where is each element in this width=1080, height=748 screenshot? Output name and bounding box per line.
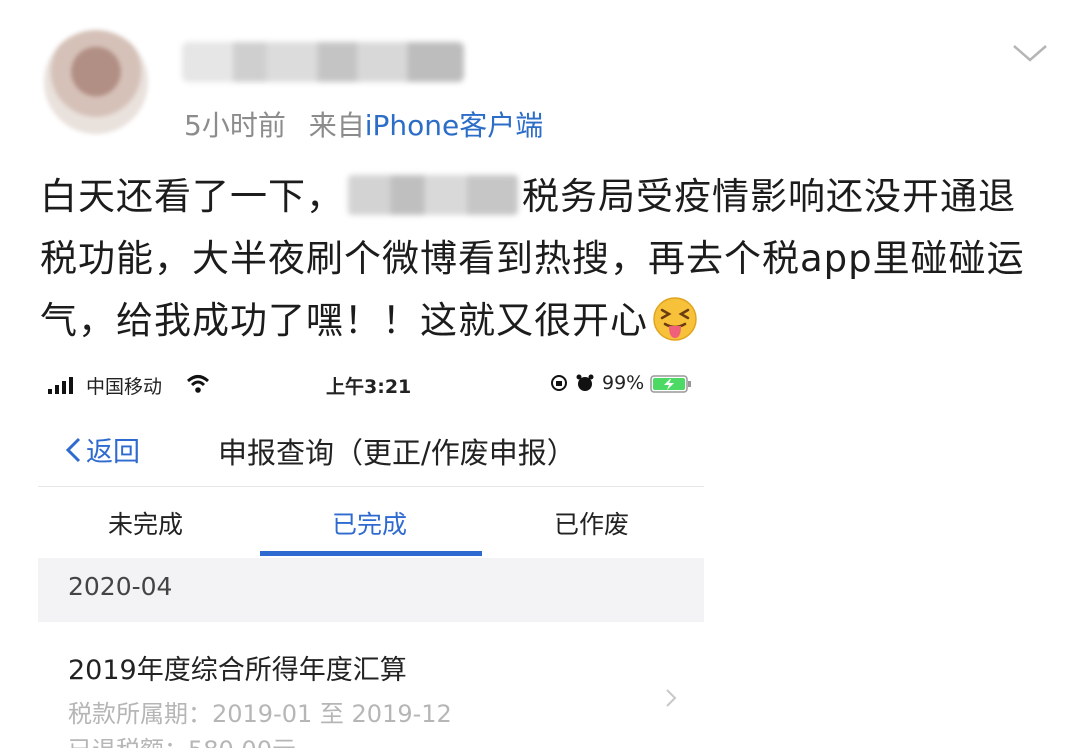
record-period: 税款所属期：2019-01 至 2019-12 (68, 700, 452, 728)
nav-bar: 返回 申报查询（更正/作废申报） (38, 422, 704, 478)
tab-voided[interactable]: 已作废 (554, 505, 629, 541)
chevron-down-icon[interactable] (1010, 38, 1050, 68)
month-label: 2020-04 (68, 572, 173, 601)
post-text: 白天还看了一下， 税务局受疫情影响还没开通退税功能，大半夜刷个微博看到热搜，再去个… (40, 166, 1040, 352)
back-label: 返回 (86, 437, 140, 468)
post-meta: 5小时前 来自iPhone客户端 (184, 104, 543, 144)
back-button[interactable]: 返回 (64, 430, 140, 469)
list-item[interactable]: 2019年度综合所得年度汇算 税款所属期：2019-01 至 2019-12 已… (38, 624, 704, 748)
active-tab-indicator (260, 551, 482, 556)
status-time: 上午3:21 (326, 376, 412, 398)
battery-percent: 99% (602, 372, 645, 394)
alarm-icon (576, 374, 594, 391)
status-bar: 中国移动 上午3:21 99% (38, 362, 704, 406)
page-title: 申报查询（更正/作废申报） (218, 436, 576, 470)
username-blurred[interactable] (182, 42, 464, 82)
avatar[interactable] (44, 30, 148, 134)
redacted-text (348, 175, 518, 215)
carrier-name: 中国移动 (86, 376, 163, 398)
month-header: 2020-04 (38, 558, 704, 622)
tab-completed[interactable]: 已完成 (332, 505, 407, 541)
source-prefix: 来自 (308, 109, 365, 142)
record-title: 2019年度综合所得年度汇算 (68, 655, 407, 686)
chevron-right-icon (666, 689, 677, 707)
tongue-squint-emoji-icon (653, 297, 697, 341)
tab-bar: 未完成 已完成 已作废 (38, 486, 704, 556)
rotation-lock-icon (551, 375, 567, 391)
signal-icon (48, 377, 73, 394)
post-time: 5小时前 (184, 109, 286, 142)
embedded-screenshot[interactable]: 中国移动 上午3:21 99% 返回 申报查询（更正/作废申报） 未完成 已完成… (38, 362, 704, 748)
post-source-link[interactable]: iPhone客户端 (365, 109, 544, 142)
wifi-icon (186, 375, 210, 393)
chevron-left-icon (65, 437, 81, 462)
post-text-part1: 白天还看了一下， (40, 175, 344, 218)
battery-charging-icon (650, 375, 691, 393)
record-amount: 已退税额：580.00元 (68, 730, 296, 748)
tab-incomplete[interactable]: 未完成 (108, 505, 183, 541)
